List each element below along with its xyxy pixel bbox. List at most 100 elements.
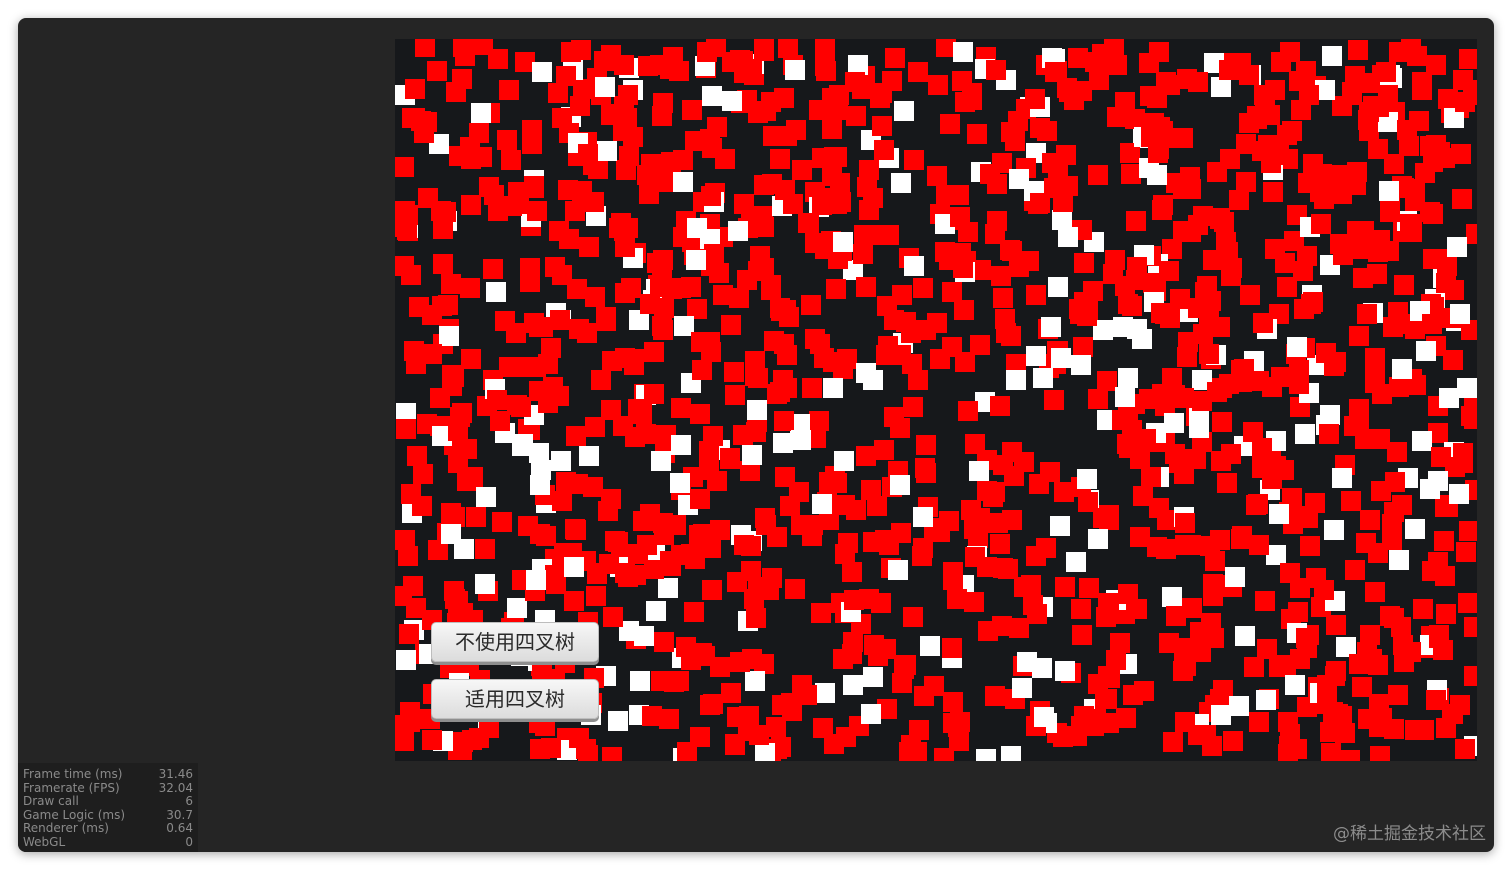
colliding-square [729, 288, 749, 308]
free-square [834, 451, 854, 471]
game-canvas[interactable]: 不使用四叉树 适用四叉树 [395, 39, 1477, 761]
colliding-square [990, 534, 1010, 554]
colliding-square [949, 185, 969, 205]
free-square [745, 671, 765, 691]
colliding-square [653, 250, 673, 270]
stat-value: 6 [185, 794, 193, 808]
free-square [1412, 431, 1432, 451]
colliding-square [1175, 513, 1195, 533]
colliding-square [845, 72, 865, 92]
colliding-square [402, 108, 422, 128]
colliding-square [903, 607, 923, 627]
free-square [755, 743, 775, 761]
colliding-square [1385, 472, 1405, 492]
colliding-square [702, 580, 722, 600]
colliding-square [762, 568, 782, 588]
free-square [1050, 516, 1070, 536]
colliding-square [1348, 40, 1368, 60]
free-square [920, 636, 940, 656]
free-square [722, 91, 742, 111]
free-square [686, 250, 706, 270]
colliding-square [446, 82, 466, 102]
colliding-square [1278, 744, 1298, 761]
colliding-square [811, 603, 831, 623]
colliding-square [579, 237, 599, 257]
free-square [1379, 181, 1399, 201]
stat-game-logic: Game Logic (ms) 30.7 [23, 808, 193, 823]
colliding-square [809, 100, 829, 120]
colliding-square [1126, 211, 1146, 231]
free-square [551, 451, 571, 471]
colliding-square [1152, 200, 1172, 220]
colliding-square [988, 513, 1008, 533]
colliding-square [943, 570, 963, 590]
colliding-square [663, 47, 683, 67]
colliding-square [400, 702, 420, 722]
colliding-square [1244, 657, 1264, 677]
colliding-square [1297, 246, 1317, 266]
colliding-square [953, 258, 973, 278]
colliding-square [1073, 337, 1093, 357]
colliding-square [927, 166, 947, 186]
free-square [608, 711, 628, 731]
colliding-square [1231, 53, 1251, 73]
free-square [1127, 319, 1147, 339]
colliding-square [801, 295, 821, 315]
colliding-square [724, 362, 744, 382]
colliding-square [1088, 165, 1108, 185]
stat-framerate: Framerate (FPS) 32.04 [23, 781, 193, 796]
colliding-square [1288, 602, 1308, 622]
colliding-square [1341, 491, 1361, 511]
free-square [1447, 237, 1467, 257]
no-quadtree-button[interactable]: 不使用四叉树 [431, 622, 599, 662]
colliding-square [570, 96, 590, 116]
colliding-square [1400, 214, 1420, 234]
free-square [1066, 552, 1086, 572]
game-window: 不使用四叉树 适用四叉树 Frame time (ms) 31.46 Frame… [18, 18, 1494, 852]
colliding-square [1360, 510, 1380, 530]
colliding-square [401, 265, 421, 285]
free-square [1225, 567, 1245, 587]
colliding-square [1277, 125, 1297, 145]
colliding-square [842, 562, 862, 582]
colliding-square [987, 211, 1007, 231]
free-square [1164, 413, 1184, 433]
colliding-square [1310, 182, 1330, 202]
free-square [1322, 46, 1342, 66]
colliding-square [487, 390, 507, 410]
colliding-square [1423, 249, 1443, 269]
colliding-square [638, 56, 658, 76]
colliding-square [1380, 606, 1400, 626]
colliding-square [640, 294, 660, 314]
colliding-square [412, 496, 432, 516]
colliding-square [1036, 538, 1056, 558]
colliding-square [1255, 591, 1275, 611]
colliding-square [490, 411, 510, 431]
colliding-square [1121, 164, 1141, 184]
free-square [634, 626, 654, 646]
colliding-square [1147, 537, 1167, 557]
free-square [823, 378, 843, 398]
colliding-square [1159, 261, 1179, 281]
colliding-square [413, 464, 433, 484]
colliding-square [1079, 578, 1099, 598]
colliding-square [453, 39, 473, 57]
colliding-square [1178, 332, 1198, 352]
colliding-square [545, 565, 565, 585]
colliding-square [1271, 52, 1291, 72]
colliding-square [1027, 604, 1047, 624]
colliding-square [479, 718, 499, 738]
colliding-square [1414, 720, 1434, 740]
colliding-square [1382, 514, 1402, 534]
free-square [891, 173, 911, 193]
use-quadtree-button[interactable]: 适用四叉树 [431, 679, 599, 719]
free-square [1287, 337, 1307, 357]
free-square [507, 598, 527, 618]
colliding-square [1459, 521, 1477, 541]
free-square [1012, 678, 1032, 698]
colliding-square [940, 114, 960, 134]
colliding-square [511, 397, 531, 417]
colliding-square [501, 150, 521, 170]
colliding-square [822, 119, 842, 139]
colliding-square [461, 149, 481, 169]
